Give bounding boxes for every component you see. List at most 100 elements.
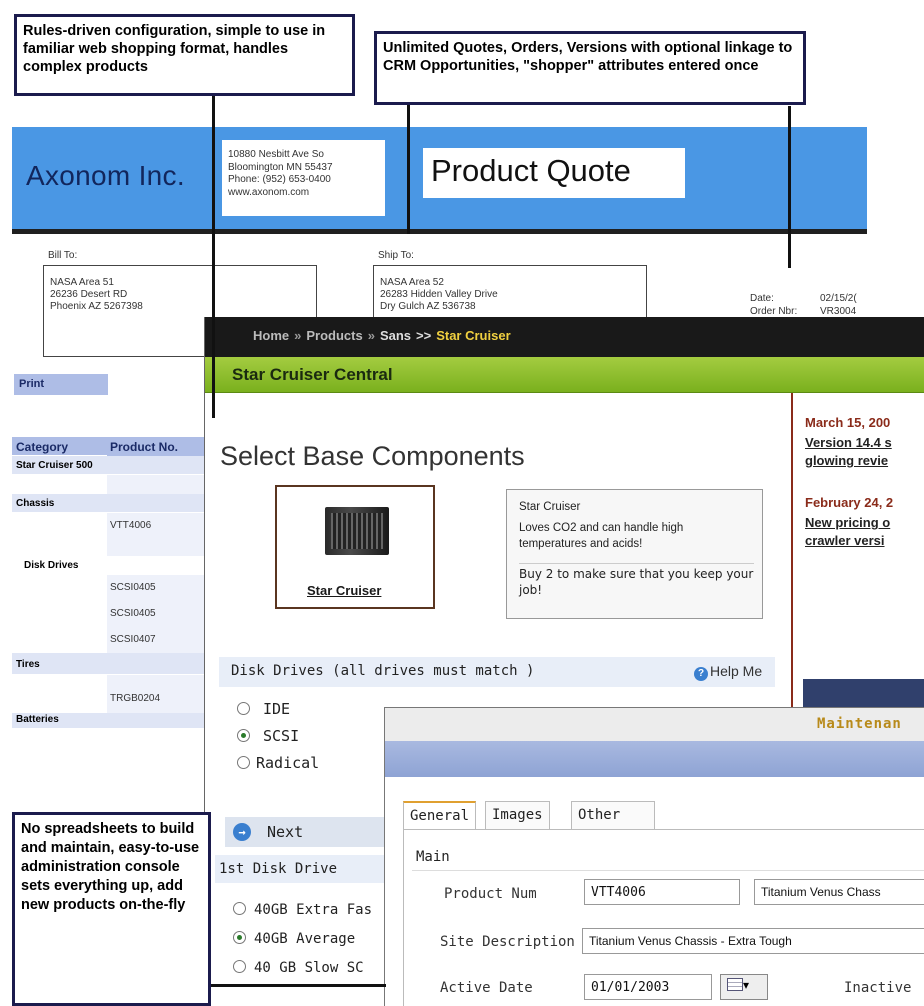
- category-table: Category Product No. Star Cruiser 500 Ch…: [12, 437, 204, 729]
- news-date: March 15, 200: [805, 415, 891, 430]
- tab-other[interactable]: Other: [571, 801, 655, 829]
- address-line: 10880 Nesbitt Ave So: [228, 149, 324, 160]
- table-row: SCSI0407: [12, 627, 204, 653]
- radio-button-selected[interactable]: [237, 729, 250, 742]
- disk-option-scsi[interactable]: SCSI: [237, 727, 299, 745]
- breadcrumb-home[interactable]: Home: [253, 328, 289, 343]
- product-link[interactable]: Star Cruiser: [307, 583, 381, 598]
- row-category: Tires: [16, 659, 40, 670]
- promo-name: Star Cruiser: [519, 501, 581, 513]
- maintenance-toolbar: [385, 741, 924, 777]
- product-num-label: Product Num: [444, 886, 537, 902]
- radio-button-selected[interactable]: [233, 931, 246, 944]
- callout-connector: [210, 984, 386, 987]
- active-date-field[interactable]: 01/01/2003: [584, 974, 712, 1000]
- row-product: SCSI0405: [110, 582, 156, 593]
- news-link[interactable]: glowing revie: [805, 452, 888, 470]
- breadcrumb-separator: »: [367, 328, 375, 343]
- disk-option-radical[interactable]: Radical: [237, 754, 319, 772]
- ship-to-line: Dry Gulch AZ 536738: [380, 301, 476, 312]
- product-name-field[interactable]: Titanium Venus Chass: [754, 879, 924, 905]
- news-link[interactable]: Version 14.4 s: [805, 434, 892, 452]
- disk-option-ide[interactable]: IDE: [237, 700, 290, 718]
- radio-label: IDE: [263, 700, 291, 718]
- callout-configuration: Rules-driven configuration, simple to us…: [14, 14, 355, 96]
- address-line: Bloomington MN 55437: [228, 161, 333, 173]
- order-number-value: VR3004: [820, 306, 857, 317]
- maintenance-title: Maintenan: [817, 716, 902, 732]
- breadcrumb-current: Star Cruiser: [436, 328, 511, 343]
- section-title: Star Cruiser Central: [232, 365, 393, 384]
- date-value: 02/15/2(: [820, 293, 857, 304]
- general-panel: Main Product Num VTT4006 Titanium Venus …: [403, 830, 924, 1006]
- header-divider: [12, 229, 867, 234]
- row-product: SCSI0407: [110, 634, 156, 645]
- site-description-field[interactable]: Titanium Venus Chassis - Extra Tough: [582, 928, 924, 954]
- tab-images[interactable]: Images: [485, 801, 550, 829]
- address-line: Phone: (952) 653-0400: [228, 174, 331, 185]
- radio-label: 40GB Average: [254, 931, 356, 947]
- news-link[interactable]: crawler versi: [805, 532, 885, 550]
- server-image: [325, 507, 389, 555]
- table-row: SCSI0405: [12, 601, 204, 627]
- table-row: SCSI0405: [12, 575, 204, 601]
- table-header-row: Category Product No.: [12, 437, 204, 456]
- site-description-label: Site Description: [440, 934, 575, 950]
- column-header-product-no: Product No.: [110, 440, 178, 454]
- breadcrumb-sans[interactable]: Sans: [380, 328, 411, 343]
- radio-button[interactable]: [233, 902, 246, 915]
- company-name: Axonom Inc.: [26, 160, 185, 191]
- ship-to-line: NASA Area 52: [380, 277, 444, 288]
- next-arrow-icon: →: [233, 823, 251, 841]
- maintenance-titlebar: Maintenan: [385, 708, 924, 741]
- callout-quotes: Unlimited Quotes, Orders, Versions with …: [374, 31, 806, 105]
- tab-general[interactable]: General: [403, 801, 477, 829]
- ship-to-box: NASA Area 52 26283 Hidden Valley Drive D…: [373, 265, 647, 325]
- bill-to-label: Bill To:: [48, 250, 78, 261]
- table-row: Batteries: [12, 713, 204, 729]
- first-disk-option[interactable]: 40 GB Slow SC: [233, 960, 364, 976]
- breadcrumb: Home » Products » Sans >> Star Cruiser: [205, 317, 924, 357]
- date-picker-button[interactable]: ▾: [720, 974, 768, 1000]
- ship-to-line: 26283 Hidden Valley Drive: [380, 289, 498, 300]
- address-line: www.axonom.com: [228, 186, 310, 198]
- bill-to-line: NASA Area 51: [50, 277, 114, 288]
- table-row: [12, 475, 204, 494]
- section-bar: Star Cruiser Central: [205, 357, 924, 393]
- table-row: [12, 538, 204, 556]
- news-date: February 24, 2: [805, 495, 894, 510]
- column-header-category: Category: [16, 440, 69, 454]
- breadcrumb-separator: >>: [416, 328, 432, 343]
- radio-button[interactable]: [233, 960, 246, 973]
- radio-label: 40GB Extra Fas: [254, 902, 373, 918]
- breadcrumb-products[interactable]: Products: [306, 328, 362, 343]
- product-num-field[interactable]: VTT4006: [584, 879, 740, 905]
- help-me-link[interactable]: ? Help Me: [694, 663, 762, 681]
- page-title: Select Base Components: [220, 441, 525, 471]
- row-category: Chassis: [16, 498, 55, 509]
- bill-to-line: Phoenix AZ 5267398: [50, 301, 143, 312]
- row-product: SCSI0405: [110, 608, 156, 619]
- section-main: Main: [416, 849, 450, 865]
- callout-connector: [407, 103, 410, 234]
- active-date-label: Active Date: [440, 980, 533, 996]
- row-product: VTT4006: [110, 520, 152, 531]
- table-row: VTT4006: [12, 513, 204, 538]
- radio-label: Radical: [256, 754, 320, 772]
- radio-button[interactable]: [237, 756, 250, 769]
- first-disk-header: 1st Disk Drive: [215, 855, 395, 883]
- product-card[interactable]: Star Cruiser: [275, 485, 435, 609]
- disk-drives-header: Disk Drives (all drives must match ) ? He…: [219, 657, 775, 687]
- row-category: Batteries: [16, 714, 59, 725]
- order-number-label: Order Nbr:: [750, 306, 798, 317]
- promo-box: Star Cruiser Loves CO2 and can handle hi…: [506, 489, 763, 619]
- next-button[interactable]: → Next: [225, 817, 395, 847]
- news-link[interactable]: New pricing o: [805, 514, 890, 532]
- radio-label: 40 GB Slow SC: [254, 960, 364, 976]
- first-disk-option[interactable]: 40GB Average: [233, 931, 355, 947]
- table-row: Chassis: [12, 494, 204, 513]
- first-disk-option[interactable]: 40GB Extra Fas: [233, 902, 372, 918]
- row-category: Star Cruiser 500: [16, 460, 93, 471]
- radio-button[interactable]: [237, 702, 250, 715]
- print-button[interactable]: Print: [14, 374, 108, 395]
